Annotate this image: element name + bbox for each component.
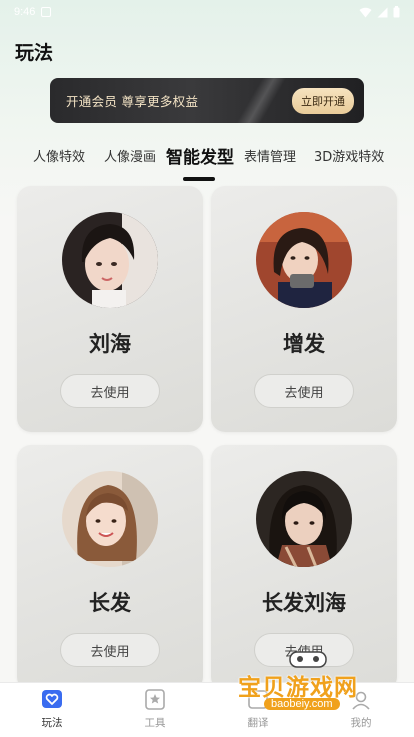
hairstyle-card-title: 长发 <box>89 591 131 615</box>
tab-3d-game-effects[interactable]: 3D游戏特效 <box>314 146 384 165</box>
app-screen: 9:46 玩法 开通会员 尊享更多权益 立即开通 人像特效 人像漫画 智能发型 … <box>0 0 414 737</box>
use-button[interactable]: 去使用 <box>254 374 354 408</box>
page-title: 玩法 <box>15 42 54 64</box>
nav-item-profile[interactable]: 我的 <box>321 689 401 730</box>
use-button[interactable]: 去使用 <box>60 374 160 408</box>
vip-banner-text: 开通会员 尊享更多权益 <box>66 94 199 109</box>
wifi-icon <box>359 7 372 17</box>
nav-item-play[interactable]: 玩法 <box>12 689 92 730</box>
hairstyle-card-title: 长发刘海 <box>262 591 346 615</box>
tab-expression[interactable]: 表情管理 <box>244 146 296 165</box>
nav-item-tools[interactable]: 工具 <box>115 689 195 730</box>
tab-portrait-comic[interactable]: 人像漫画 <box>104 146 156 165</box>
hairstyle-card-title: 增发 <box>283 332 325 356</box>
tab-portrait-effects[interactable]: 人像特效 <box>33 146 85 165</box>
bottom-navigation: 玩法 工具 翻译 我的 <box>0 682 414 737</box>
notification-icon <box>41 7 52 17</box>
category-tabs: 人像特效 人像漫画 智能发型 表情管理 3D游戏特效 <box>0 146 414 186</box>
hairstyle-card-bangs[interactable]: 刘海 去使用 <box>17 186 203 432</box>
battery-icon <box>393 6 400 18</box>
hairstyle-card-volume[interactable]: 增发 去使用 <box>211 186 397 432</box>
tab-smart-hairstyle[interactable]: 智能发型 <box>166 143 234 168</box>
hairstyle-card-long-hair[interactable]: 长发 去使用 <box>17 445 203 691</box>
use-button[interactable]: 去使用 <box>60 633 160 667</box>
nav-label: 工具 <box>144 717 166 729</box>
use-button[interactable]: 去使用 <box>254 633 354 667</box>
status-icons <box>359 6 400 18</box>
profile-icon <box>352 691 370 710</box>
nav-label: 我的 <box>350 717 372 729</box>
nav-label: 翻译 <box>247 717 269 729</box>
hairstyle-preview-image <box>62 212 158 308</box>
nav-item-translate[interactable]: 翻译 <box>218 689 298 730</box>
hairstyle-preview-image <box>62 471 158 567</box>
translate-icon <box>248 690 268 709</box>
vip-open-button[interactable]: 立即开通 <box>292 87 354 114</box>
heart-chat-icon <box>42 690 62 708</box>
status-bar: 9:46 <box>0 0 414 24</box>
nav-label: 玩法 <box>41 717 63 729</box>
star-bookmark-icon <box>145 689 165 710</box>
tab-indicator <box>183 177 215 181</box>
signal-icon <box>377 7 388 17</box>
hairstyle-card-long-hair-bangs[interactable]: 长发刘海 去使用 <box>211 445 397 691</box>
vip-banner[interactable]: 开通会员 尊享更多权益 立即开通 <box>50 78 364 123</box>
hairstyle-preview-image <box>256 471 352 567</box>
status-time: 9:46 <box>14 6 36 18</box>
hairstyle-preview-image <box>256 212 352 308</box>
hairstyle-card-title: 刘海 <box>89 332 131 356</box>
